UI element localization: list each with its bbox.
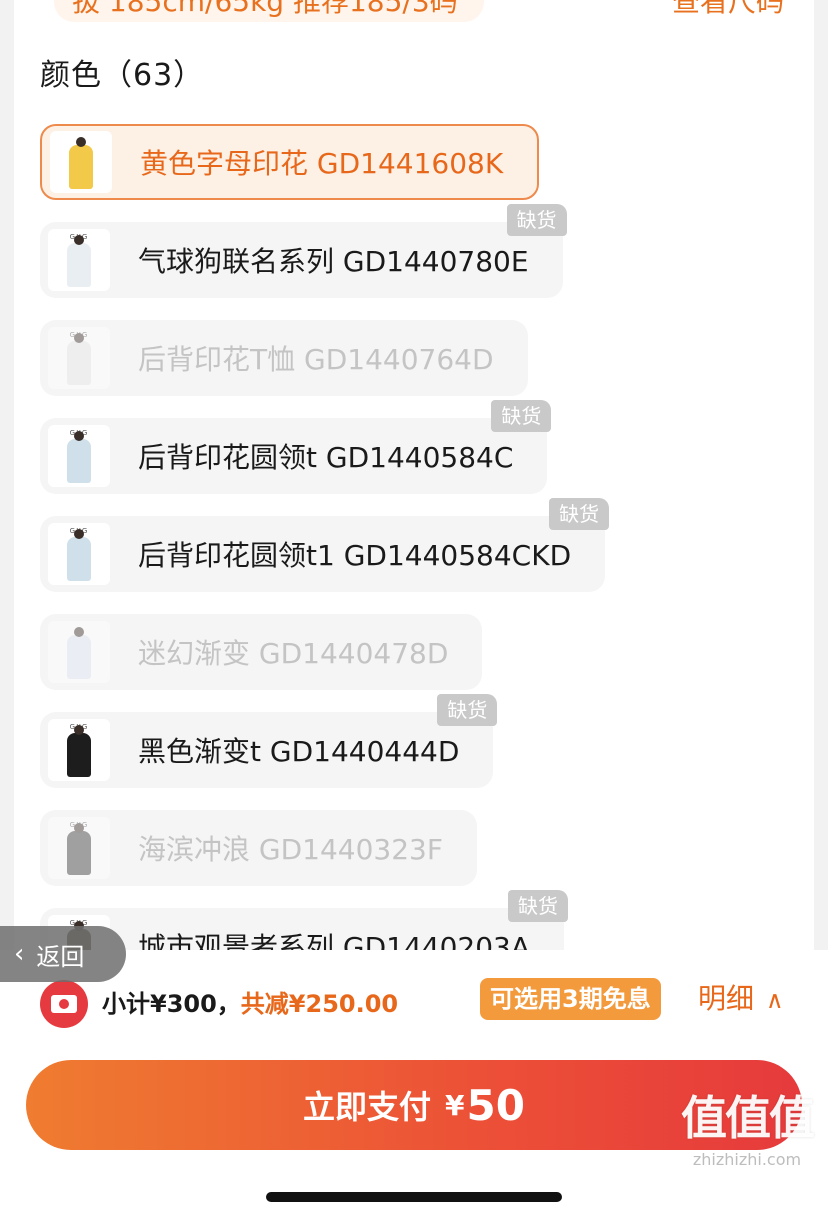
color-option-label: 黄色字母印花 GD1441608K — [140, 147, 504, 180]
pay-currency: ¥ — [445, 1088, 465, 1122]
back-label: 返回 — [36, 942, 85, 971]
out-of-stock-badge: 缺货 — [549, 498, 610, 530]
chevron-up-icon: ∧ — [766, 986, 784, 1014]
installment-badge[interactable]: 可选用3期免息 — [480, 978, 661, 1020]
total-reduction: 共减¥250.00 — [240, 990, 399, 1018]
color-option[interactable]: GXG 黑色渐变t GD1440444D 缺货 — [40, 694, 498, 788]
detail-label: 明细 — [698, 982, 755, 1015]
color-picker-sheet: 拔 185cm/65kg 推荐185/3码 查看尺码 颜色（63） 黄色字母印花… — [14, 0, 814, 950]
color-option: GXG 后背印花T恤 GD1440764D — [40, 320, 528, 396]
color-option-label: 后背印花圆领t1 GD1440584CKD — [138, 539, 572, 572]
color-option: GXG 海滨冲浪 GD1440323F — [40, 810, 477, 886]
color-option[interactable]: GXG 后背印花圆领t1 GD1440584CKD 缺货 — [40, 498, 610, 592]
chevron-left-icon: ‹ — [14, 939, 25, 969]
out-of-stock-badge: 缺货 — [437, 694, 498, 726]
color-option-label: 后背印花圆领t GD1440584C — [138, 441, 514, 474]
product-thumbnail — [50, 131, 112, 193]
out-of-stock-badge: 缺货 — [506, 204, 567, 236]
pay-amount: 50 — [466, 1080, 525, 1130]
color-option-label: 海滨冲浪 GD1440323F — [138, 833, 443, 866]
color-option[interactable]: GXG 气球狗联名系列 GD1440780E 缺货 — [40, 204, 567, 298]
color-option-label: 迷幻渐变 GD1440478D — [138, 637, 449, 670]
color-section-title: 颜色（63） — [40, 58, 205, 93]
checkout-footer: 小计¥300，共减¥250.00 可选用3期免息 明细 ∧ 立即支付 ¥ 50 值… — [0, 950, 828, 1221]
pay-label: 立即支付 — [303, 1088, 432, 1126]
color-option: 迷幻渐变 GD1440478D — [40, 614, 483, 690]
watermark: 值值值 zhizhizhi.com — [672, 1082, 822, 1169]
product-thumbnail — [48, 621, 110, 683]
product-thumbnail: GXG — [48, 817, 110, 879]
out-of-stock-badge: 缺货 — [491, 400, 552, 432]
product-thumbnail: GXG — [48, 425, 110, 487]
detail-toggle[interactable]: 明细 ∧ — [698, 978, 784, 1021]
product-thumbnail: GXG — [48, 229, 110, 291]
color-option-label: 城市观景者系列 GD1440203A — [138, 931, 531, 950]
subtotal-text: 小计¥300，共减¥250.00 — [102, 984, 398, 1019]
color-option-label: 气球狗联名系列 GD1440780E — [138, 245, 529, 278]
color-option-label: 黑色渐变t GD1440444D — [138, 735, 460, 768]
color-option[interactable]: GXG 后背印花圆领t GD1440584C 缺货 — [40, 400, 552, 494]
watermark-url: zhizhizhi.com — [692, 1150, 802, 1169]
product-thumbnail: GXG — [48, 719, 110, 781]
height-weight-recommendation: 拔 185cm/65kg 推荐185/3码 — [54, 0, 484, 22]
subtotal-amount: 小计¥300， — [102, 990, 241, 1018]
color-option[interactable]: 黄色字母印花 GD1441608K — [40, 124, 540, 200]
product-thumbnail: GXG — [48, 523, 110, 585]
home-indicator[interactable] — [266, 1192, 562, 1202]
product-thumbnail: GXG — [48, 327, 110, 389]
coupon-icon — [40, 980, 88, 1028]
size-chart-link[interactable]: 查看尺码 — [672, 0, 784, 22]
out-of-stock-badge: 缺货 — [508, 890, 569, 922]
back-button[interactable]: ‹ 返回 — [0, 926, 126, 982]
watermark-logo: 值值值 — [681, 1091, 815, 1145]
color-option-label: 后背印花T恤 GD1440764D — [138, 343, 494, 376]
